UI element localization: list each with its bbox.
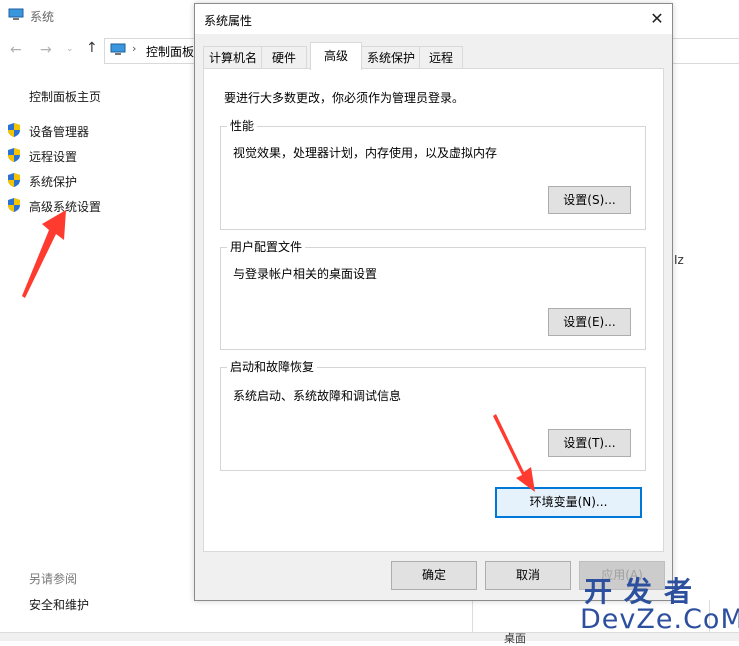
sidebar-item-device-manager[interactable]: 设备管理器	[29, 123, 89, 140]
advanced-tab-panel: 要进行大多数更改，你必须作为管理员登录。 性能 视觉效果，处理器计划，内存使用，…	[203, 68, 664, 552]
up-arrow-icon[interactable]: ↑	[86, 40, 98, 56]
breadcrumb[interactable]: 控制面板	[146, 43, 194, 60]
divider	[472, 600, 473, 632]
dialog-title: 系统属性	[204, 14, 253, 28]
performance-group-title: 性能	[227, 119, 258, 133]
control-panel-home-link[interactable]: 控制面板主页	[29, 88, 101, 105]
performance-settings-button[interactable]: 设置(S)...	[548, 186, 631, 214]
startup-recovery-group-title: 启动和故障恢复	[227, 360, 318, 374]
system-properties-dialog: 系统属性 ✕ 计算机名 硬件 高级 系统保护 远程 要进行大多数更改，你必须作为…	[194, 3, 673, 601]
background-clipped-text: Iz	[674, 253, 684, 267]
computer-icon	[110, 43, 126, 55]
ok-button[interactable]: 确定	[391, 561, 477, 590]
red-arrow-annotation	[22, 210, 66, 298]
startup-recovery-settings-button[interactable]: 设置(T)...	[548, 429, 631, 457]
tab-computer-name[interactable]: 计算机名	[203, 46, 263, 69]
background-desktop-label: 桌面	[504, 632, 526, 645]
background-window-title: 系统	[30, 10, 55, 24]
sidebar-item-system-protection[interactable]: 系统保护	[29, 173, 77, 190]
user-profiles-settings-button[interactable]: 设置(E)...	[548, 308, 631, 336]
tab-system-protection[interactable]: 系统保护	[361, 46, 421, 69]
admin-notice: 要进行大多数更改，你必须作为管理员登录。	[224, 91, 465, 105]
shield-icon	[8, 173, 20, 187]
user-profiles-group: 用户配置文件 与登录帐户相关的桌面设置 设置(E)...	[220, 240, 646, 350]
sidebar-item-remote-settings[interactable]: 远程设置	[29, 148, 77, 165]
cancel-button[interactable]: 取消	[485, 561, 571, 590]
tab-advanced[interactable]: 高级	[310, 42, 362, 70]
close-icon[interactable]: ✕	[647, 9, 667, 29]
tab-hardware[interactable]: 硬件	[261, 46, 307, 69]
tab-remote[interactable]: 远程	[419, 46, 463, 69]
red-arrow-annotation	[493, 414, 535, 492]
chevron-right-icon: ›	[132, 42, 137, 55]
search-box[interactable]	[672, 38, 739, 64]
watermark-brand: DevZe.CoM	[580, 604, 739, 635]
user-profiles-group-title: 用户配置文件	[227, 240, 306, 254]
forward-arrow-icon[interactable]: →	[40, 42, 52, 58]
user-profiles-description: 与登录帐户相关的桌面设置	[233, 267, 378, 281]
performance-group: 性能 视觉效果，处理器计划，内存使用，以及虚拟内存 设置(S)...	[220, 119, 646, 230]
see-also-heading: 另请参阅	[29, 572, 78, 586]
shield-icon	[8, 148, 20, 162]
security-maintenance-link[interactable]: 安全和维护	[29, 596, 89, 613]
dialog-titlebar	[195, 4, 672, 34]
back-arrow-icon[interactable]: ←	[10, 42, 22, 58]
startup-recovery-description: 系统启动、系统故障和调试信息	[233, 389, 402, 403]
shield-icon	[8, 123, 20, 137]
startup-recovery-group: 启动和故障恢复 系统启动、系统故障和调试信息 设置(T)...	[220, 360, 646, 471]
recent-dropdown-icon[interactable]: ⌄	[66, 44, 74, 54]
performance-description: 视觉效果，处理器计划，内存使用，以及虚拟内存	[233, 146, 498, 160]
computer-icon	[8, 8, 24, 20]
